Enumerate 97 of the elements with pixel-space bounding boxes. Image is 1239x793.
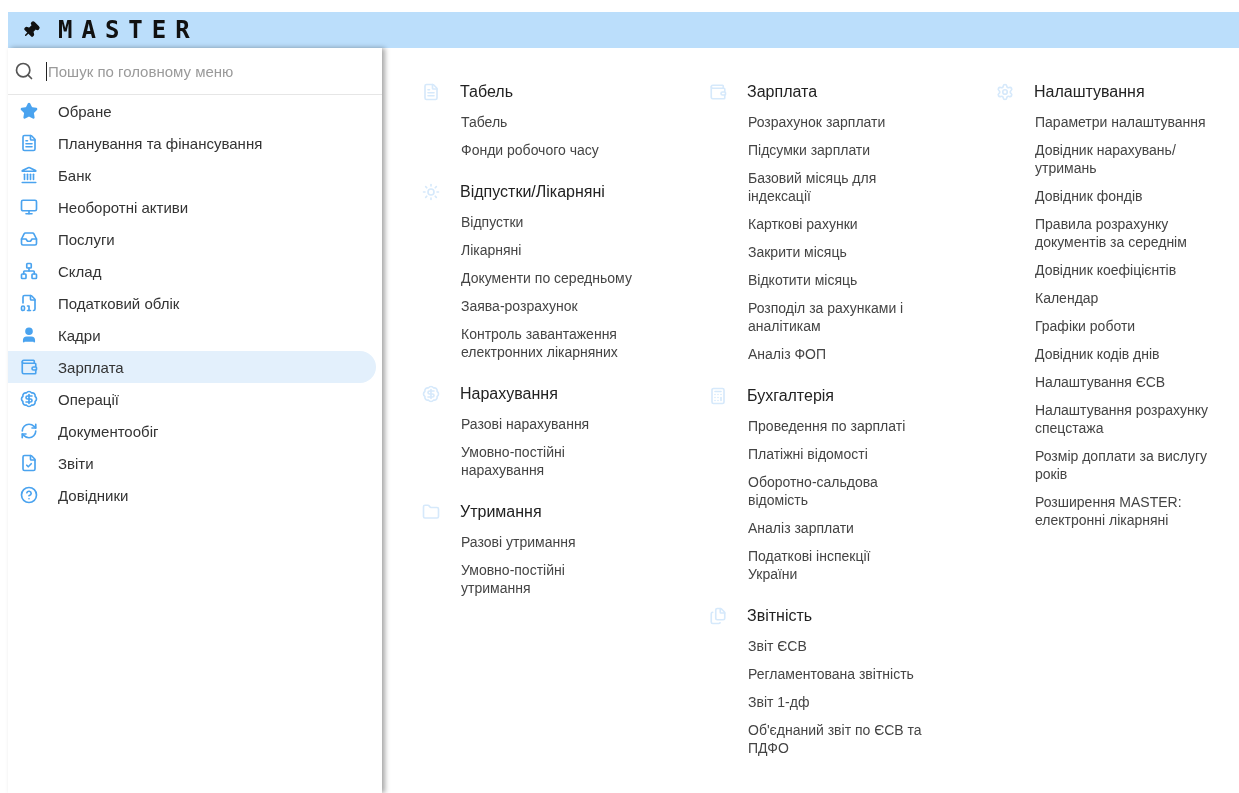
help-icon	[20, 486, 38, 504]
menu-link[interactable]: Довідник нарахувань/ утримань	[1035, 136, 1239, 182]
sidebar-label: Зарплата	[58, 358, 124, 376]
section-title: Зарплата	[747, 83, 818, 101]
sidebar-item[interactable]: Довідники	[8, 479, 376, 511]
section-title: Відпустки/Лікарняні	[460, 183, 605, 201]
refresh-icon	[20, 422, 38, 440]
wallet-icon	[709, 83, 727, 101]
section-title: Утримання	[460, 503, 542, 521]
sidebar-label: Необоротні активи	[58, 198, 189, 216]
menu-link[interactable]: Календар	[1035, 284, 1239, 312]
search-icon	[14, 61, 34, 81]
menu-link[interactable]: Довідник фондів	[1035, 182, 1239, 210]
menu-link[interactable]: Проведення по зарплаті	[748, 412, 996, 440]
sidebar-item[interactable]: Операції	[8, 383, 376, 415]
menu-link[interactable]: Податкові інспекції України	[748, 542, 996, 588]
menu-link[interactable]: Розрахунок зарплати	[748, 108, 996, 136]
sidebar-label: Обране	[58, 102, 112, 120]
sidebar-label: Банк	[58, 166, 92, 184]
network-icon	[20, 262, 38, 280]
calculator-icon	[709, 387, 727, 405]
document-icon	[20, 294, 38, 312]
folder-icon	[422, 503, 440, 521]
menu-link[interactable]: Аналіз ФОП	[748, 340, 996, 368]
sidebar-item[interactable]: Склад	[8, 255, 376, 287]
star-icon	[20, 102, 38, 120]
menu-link[interactable]: Довідник коефіцієнтів	[1035, 256, 1239, 284]
menu-link[interactable]: Разові утримання	[461, 528, 709, 556]
menu-link[interactable]: Документи по середньому	[461, 264, 709, 292]
monitor-icon	[20, 198, 38, 216]
section-title: Табель	[460, 83, 513, 101]
menu-link[interactable]: Налаштування ЄСВ	[1035, 368, 1239, 396]
sidebar-item[interactable]: Податковий облік	[8, 287, 376, 319]
menu-link[interactable]: Звіт 1-дф	[748, 688, 996, 716]
menu-link[interactable]: Об'єднаний звіт по ЄСВ та ПДФО	[748, 716, 996, 762]
list-icon	[20, 134, 38, 152]
menu-link[interactable]: Оборотно-сальдова відомість	[748, 468, 996, 514]
sidebar-label: Планування та фінансування	[58, 134, 263, 152]
sidebar-item[interactable]: Банк	[8, 159, 376, 191]
sidebar-label: Звіти	[58, 454, 94, 472]
menu-link[interactable]: Параметри налаштування	[1035, 108, 1239, 136]
menu-link[interactable]: Аналіз зарплати	[748, 514, 996, 542]
document-check-icon	[20, 454, 38, 472]
menu-link[interactable]: Разові нарахування	[461, 410, 709, 438]
sidebar-label: Операції	[58, 390, 119, 408]
list-icon	[422, 83, 440, 101]
bank-icon	[20, 166, 38, 184]
person-icon	[20, 326, 38, 344]
sidebar-label: Кадри	[58, 326, 101, 344]
menu-link[interactable]: Базовий місяць для індексації	[748, 164, 996, 210]
sidebar-item[interactable]: Обране	[8, 95, 376, 127]
menu-link[interactable]: Довідник кодів днів	[1035, 340, 1239, 368]
menu-link[interactable]: Налаштування розрахунку спецстажа	[1035, 396, 1239, 442]
menu-link[interactable]: Звіт ЄСВ	[748, 632, 996, 660]
sidebar-item[interactable]: Зарплата	[8, 351, 376, 383]
sidebar-item[interactable]: Звіти	[8, 447, 376, 479]
menu-link[interactable]: Регламентована звітність	[748, 660, 996, 688]
menu-link[interactable]: Правила розрахунку документів за середнім	[1035, 210, 1239, 256]
sidebar-item[interactable]: Послуги	[8, 223, 376, 255]
sidebar-label: Податковий облік	[58, 294, 180, 312]
section-title: Налаштування	[1034, 83, 1145, 101]
settings-icon	[996, 83, 1014, 101]
menu-link[interactable]: Підсумки зарплати	[748, 136, 996, 164]
section-title: Звітність	[747, 607, 813, 625]
menu-link[interactable]: Умовно-постійні утримання	[461, 556, 709, 602]
inbox-icon	[20, 230, 38, 248]
sidebar-label: Довідники	[58, 486, 129, 504]
menu-link[interactable]: Закрити місяць	[748, 238, 996, 266]
menu-link[interactable]: Платіжні відомості	[748, 440, 996, 468]
menu-link[interactable]: Заява-розрахунок	[461, 292, 709, 320]
wallet-icon	[20, 358, 38, 376]
dollar-icon	[20, 390, 38, 408]
sidebar-label: Документообіг	[58, 422, 159, 440]
menu-link[interactable]: Відпустки	[461, 208, 709, 236]
section-title: Нарахування	[460, 385, 558, 403]
menu-link[interactable]: Розподіл за рахунками і аналітикам	[748, 294, 996, 340]
sidebar-item[interactable]: Планування та фінансування	[8, 127, 376, 159]
documents-icon	[709, 607, 727, 625]
sidebar-item[interactable]: Кадри	[8, 319, 376, 351]
sidebar-item[interactable]: Документообіг	[8, 415, 376, 447]
app-title: MASTER	[58, 16, 199, 44]
dollar-icon	[422, 385, 440, 403]
menu-link[interactable]: Карткові рахунки	[748, 210, 996, 238]
menu-link[interactable]: Відкотити місяць	[748, 266, 996, 294]
menu-link[interactable]: Табель	[461, 108, 709, 136]
menu-link[interactable]: Розширення MASTER: електронні лікарняні	[1035, 488, 1239, 534]
sidebar-item[interactable]: Необоротні активи	[8, 191, 376, 223]
section-title: Бухгалтерія	[747, 387, 835, 405]
menu-link[interactable]: Умовно-постійні нарахування	[461, 438, 709, 484]
sidebar-label: Склад	[58, 262, 102, 280]
sidebar-label: Послуги	[58, 230, 115, 248]
menu-link[interactable]: Лікарняні	[461, 236, 709, 264]
menu-link[interactable]: Графіки роботи	[1035, 312, 1239, 340]
menu-link[interactable]: Фонди робочого часу	[461, 136, 709, 164]
menu-link[interactable]: Розмір доплати за вислугу років	[1035, 442, 1239, 488]
sun-icon	[422, 183, 440, 201]
menu-link[interactable]: Контроль завантаження електронних лікарняних	[461, 320, 709, 366]
